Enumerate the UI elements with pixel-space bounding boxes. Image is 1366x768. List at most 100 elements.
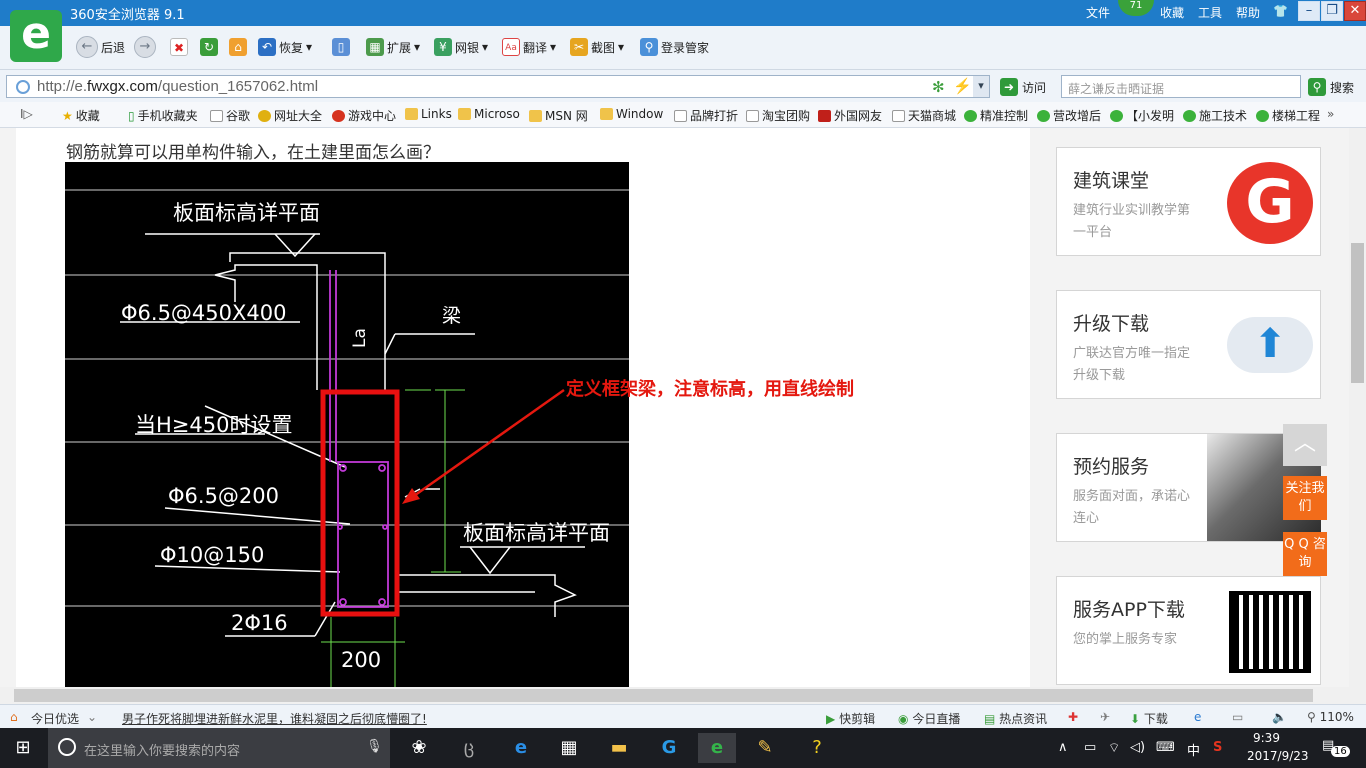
fav-item-tmall[interactable]: 天猫商城 (892, 107, 956, 124)
lightning-icon[interactable]: ⚡ (953, 77, 972, 95)
today-picks[interactable]: 今日优选 (31, 710, 79, 727)
vertical-scroll-thumb[interactable] (1351, 243, 1364, 383)
follow-us-button[interactable]: 关注我们 (1283, 476, 1327, 520)
menu-tools[interactable]: 工具 (1198, 4, 1222, 21)
sidebar-card-service[interactable]: 预约服务 服务面对面，承诺心连心 (1056, 433, 1321, 542)
article-area: 钢筋就算可以用单构件输入，在土建里面怎么画？ 板面标高详平面 Φ6.5@450X… (16, 128, 1030, 687)
login-manager-button[interactable]: ⚲ 登录管家 (640, 36, 709, 58)
fav-item-vat[interactable]: 营改增后 (1037, 107, 1101, 124)
taskbar-search-input[interactable]: 在这里输入你要搜索的内容 🎙 (48, 728, 390, 768)
folder-icon (405, 108, 418, 120)
chevron-down-icon[interactable]: ⌄ (87, 710, 97, 724)
ime-indicator[interactable]: 中 (1187, 740, 1200, 759)
menu-favorites[interactable]: 收藏 (1160, 4, 1184, 21)
sogou-icon[interactable]: S (1213, 740, 1222, 755)
fav-item-invention[interactable]: 【小发明 (1110, 107, 1174, 124)
fav-item-mobile[interactable]: ▯ 手机收藏夹 (128, 107, 198, 124)
visit-button[interactable]: ➜ 访问 (1000, 78, 1046, 96)
wechat-icon (1037, 109, 1050, 122)
health-icon[interactable]: ✚ (1068, 710, 1078, 724)
windows-taskbar: ⊞ 在这里输入你要搜索的内容 🎙 ❀ ც e ▦ ▬ G e ✎ ? ∧ ▭ ⌔… (0, 728, 1366, 768)
fav-item-brand[interactable]: 品牌打折 (674, 107, 738, 124)
translate-button[interactable]: Aa 翻译 ▾ (502, 36, 556, 58)
clock-time[interactable]: 9:39 (1253, 731, 1280, 745)
quick-clip-button[interactable]: ▶ 快剪辑 (826, 710, 875, 727)
fav-item-hao[interactable]: 网址大全 (258, 107, 322, 124)
help-app-icon[interactable]: ? (798, 733, 836, 763)
search-button[interactable]: ⚲ 搜索 (1308, 78, 1354, 96)
ie-icon[interactable]: e (1194, 710, 1201, 724)
fav-item-precise[interactable]: 精准控制 (964, 107, 1028, 124)
skin-icon[interactable]: 👕 (1273, 4, 1288, 18)
speed-mode-icon[interactable]: ✻ (932, 78, 945, 96)
zoom-level[interactable]: ⚲ 110% (1307, 710, 1354, 724)
clock-date[interactable]: 2017/9/23 (1247, 749, 1309, 763)
glodon-logo-icon: G (1227, 162, 1313, 244)
window-icon[interactable]: ▭ (1232, 710, 1243, 724)
address-bar[interactable]: http://e.fwxgx.com/question_1657062.html… (6, 75, 990, 98)
fav-folder-windows[interactable]: Window (600, 107, 663, 121)
notepad-icon[interactable]: ✎ (746, 733, 784, 763)
fav-item-construction[interactable]: 施工技术 (1183, 107, 1247, 124)
keyboard-icon[interactable]: ⌨ (1156, 740, 1175, 755)
task-view-icon[interactable]: ❀ (400, 733, 438, 763)
volume-icon[interactable]: 🔈 (1272, 710, 1287, 724)
game-icon (332, 109, 345, 122)
speaker-icon[interactable]: ◁) (1130, 740, 1145, 755)
live-button[interactable]: ◉ 今日直播 (898, 710, 960, 727)
search-input[interactable]: 薛之谦反击晒证据 (1061, 75, 1301, 98)
forward-button[interactable]: → (134, 36, 156, 58)
battery-icon[interactable]: ▭ (1084, 740, 1096, 755)
sidebar-card-app[interactable]: 服务APP下载 您的掌上服务专家 (1056, 576, 1321, 685)
browser-360-taskbar-icon[interactable]: e (698, 733, 736, 763)
close-button[interactable]: ✕ (1344, 1, 1366, 21)
fav-folder-microsoft[interactable]: Microso (458, 107, 520, 121)
store-icon[interactable]: ▦ (550, 733, 588, 763)
news-headline-link[interactable]: 男子作死将脚埋进新鲜水泥里，谁料凝固之后彻底懵圈了! (122, 710, 427, 727)
fav-folder-links[interactable]: Links (405, 107, 452, 121)
fav-item-collect[interactable]: ★ 收藏 (62, 107, 100, 124)
home-button[interactable]: ⌂ (229, 36, 247, 58)
microphone-icon[interactable]: 🎙 (366, 739, 383, 754)
sidebar-card-classroom[interactable]: 建筑课堂 建筑行业实训教学第一平台 G (1056, 147, 1321, 256)
address-dropdown-icon[interactable]: ▾ (973, 76, 989, 97)
restore-button[interactable]: ↶ 恢复 ▾ (258, 36, 312, 58)
back-to-top-button[interactable]: ︿ (1283, 424, 1327, 466)
swirl-app-icon[interactable]: ც (450, 733, 488, 763)
edge-icon[interactable]: e (502, 733, 540, 763)
qq-consult-button[interactable]: Q Q 咨询 (1283, 532, 1327, 576)
glodon-app-icon[interactable]: G (650, 733, 688, 763)
refresh-button[interactable]: ↻ (200, 36, 218, 58)
menu-help[interactable]: 帮助 (1236, 4, 1260, 21)
screenshot-button[interactable]: ✂ 截图 ▾ (570, 36, 624, 58)
back-button[interactable]: ← 后退 (76, 36, 125, 58)
horizontal-scroll-thumb[interactable] (14, 689, 1313, 702)
vertical-scrollbar[interactable] (1349, 128, 1366, 687)
hot-news-button[interactable]: ▤ 热点资讯 (984, 710, 1047, 727)
chevron-down-icon: ▾ (550, 40, 557, 54)
fav-item-foreign[interactable]: 外国网友 (818, 107, 882, 124)
download-button[interactable]: ⬇ 下载 (1130, 710, 1168, 727)
windows-start-icon[interactable]: ⊞ (4, 733, 42, 763)
file-explorer-icon[interactable]: ▬ (600, 733, 638, 763)
maximize-button[interactable]: ❐ (1321, 1, 1343, 21)
fav-item-games[interactable]: 游戏中心 (332, 107, 396, 124)
menu-file[interactable]: 文件 (1086, 4, 1110, 21)
sidebar-card-upgrade[interactable]: 升级下载 广联达官方唯一指定升级下载 ⬆ (1056, 290, 1321, 399)
netbank-button[interactable]: ¥ 网银 ▾ (434, 36, 488, 58)
network-icon[interactable]: ⌔ (1108, 740, 1120, 756)
pin-icon[interactable]: ✈ (1100, 710, 1110, 724)
phone-icon: ▯ (332, 38, 350, 56)
extend-button[interactable]: ▦ 扩展 ▾ (366, 36, 420, 58)
more-favorites-icon[interactable]: » (1327, 107, 1334, 121)
tray-expand-icon[interactable]: ∧ (1058, 740, 1068, 755)
fav-item-stairs[interactable]: 楼梯工程 (1256, 107, 1320, 124)
minimize-button[interactable]: – (1298, 1, 1320, 21)
stop-button[interactable]: ✖ (170, 36, 188, 58)
fav-item-google[interactable]: 谷歌 (210, 107, 250, 124)
security-score-badge[interactable]: 71 (1118, 0, 1154, 16)
fav-item-taobao[interactable]: 淘宝团购 (746, 107, 810, 124)
mobile-button[interactable]: ▯ (332, 36, 350, 58)
sidebar-toggle-icon[interactable]: I▷ (20, 107, 33, 121)
fav-folder-msn[interactable]: MSN 网 (529, 107, 588, 124)
